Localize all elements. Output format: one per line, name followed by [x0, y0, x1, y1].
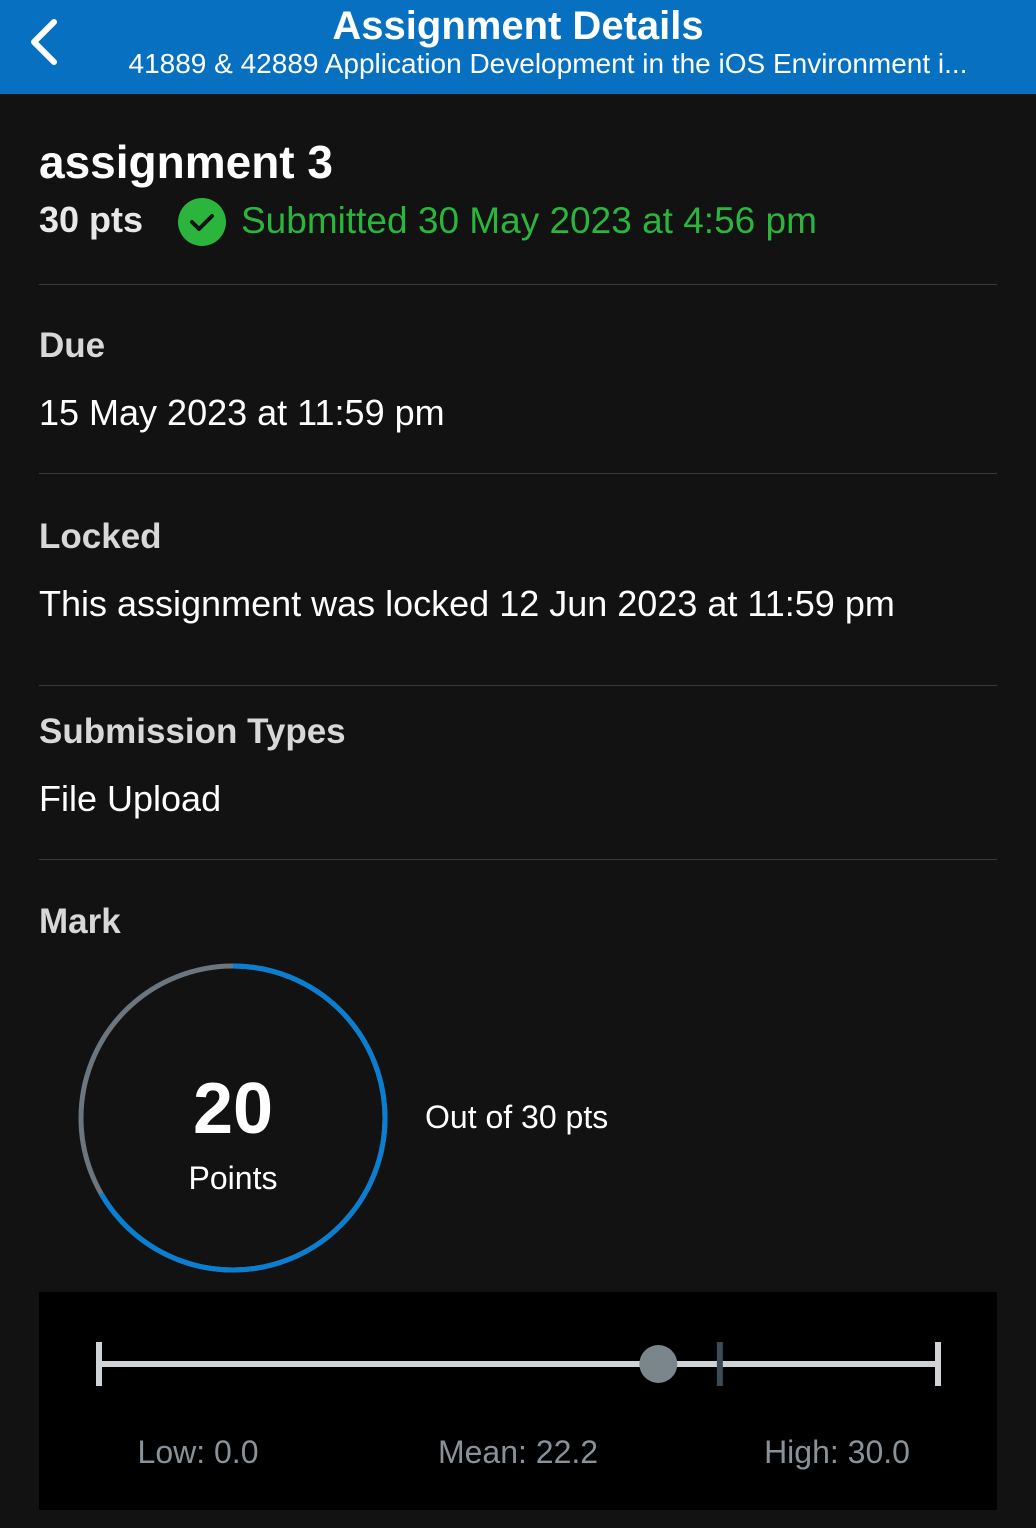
score-unit: Points — [188, 1160, 278, 1196]
submission-status: Submitted 30 May 2023 at 4:56 pm — [241, 200, 817, 241]
due-label: Due — [39, 326, 106, 365]
grade-statistics: Low: 0.0 Mean: 22.2 High: 30.0 — [39, 1292, 997, 1510]
score-value: 20 — [192, 1069, 274, 1149]
submission-types-label: Submission Types — [39, 712, 346, 751]
out-of-points: Out of 30 pts — [425, 1099, 609, 1135]
high-stat: High: 30.0 — [764, 1434, 910, 1470]
divider — [39, 473, 997, 474]
divider — [39, 284, 997, 285]
check-circle-icon — [178, 198, 226, 246]
page-title: Assignment Details — [332, 4, 704, 48]
due-date: 15 May 2023 at 11:59 pm — [39, 392, 445, 433]
divider — [39, 859, 997, 860]
assignment-title: assignment 3 — [39, 136, 333, 188]
divider — [39, 685, 997, 686]
low-stat: Low: 0.0 — [137, 1434, 259, 1470]
assignment-points: 30 pts — [39, 199, 144, 240]
grade-distribution-bar — [96, 1342, 941, 1386]
course-subtitle: 41889 & 42889 Application Development in… — [128, 48, 968, 79]
navigation-bar: Assignment Details 41889 & 42889 Applica… — [0, 0, 1036, 94]
submission-types-value: File Upload — [39, 778, 222, 819]
mean-stat: Mean: 22.2 — [437, 1434, 599, 1470]
locked-label: Locked — [39, 517, 162, 556]
locked-date: This assignment was locked 12 Jun 2023 a… — [39, 583, 895, 624]
score-marker — [639, 1345, 678, 1383]
mark-label: Mark — [39, 902, 121, 941]
